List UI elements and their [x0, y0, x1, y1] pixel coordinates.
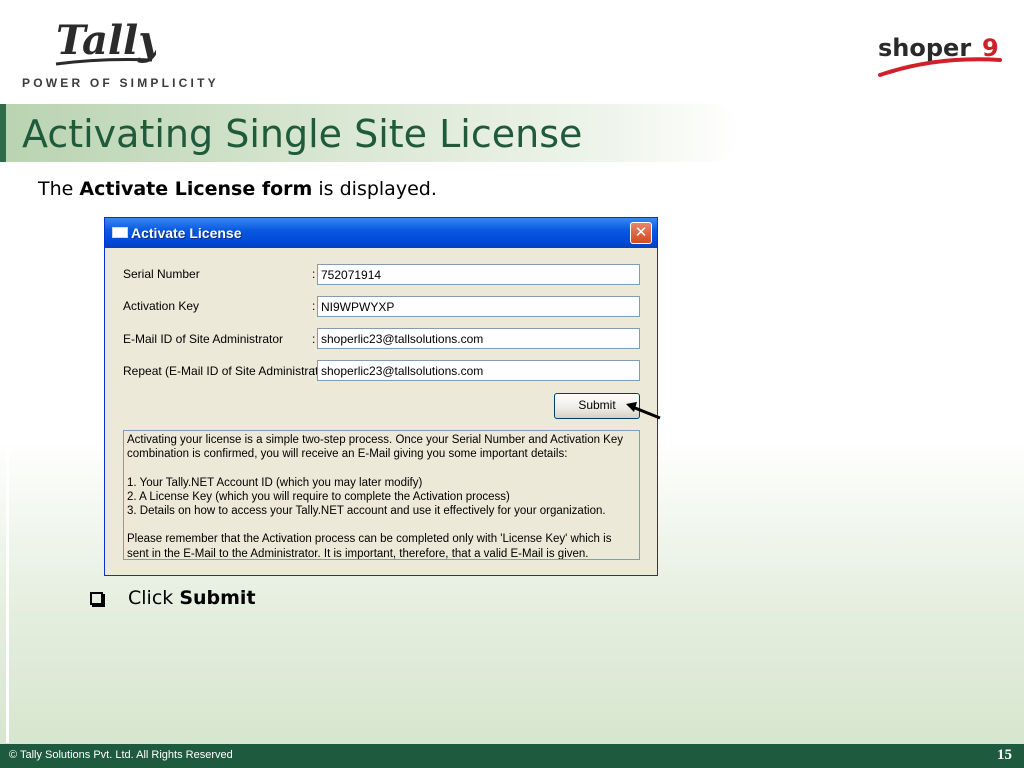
footer-copyright: © Tally Solutions Pvt. Ltd. All Rights R…	[9, 749, 233, 761]
admin-email-input[interactable]	[317, 328, 640, 349]
dialog-title: Activate License	[131, 225, 242, 241]
page-number: 15	[997, 747, 1012, 763]
shoper-logo-text: shoper	[878, 34, 971, 62]
intro-text: The Activate License form is displayed.	[38, 178, 437, 200]
title-accent-bar	[0, 104, 6, 162]
slide-title: Activating Single Site License	[22, 112, 583, 156]
colon: :	[312, 267, 316, 281]
admin-email-label: E-Mail ID of Site Administrator	[123, 332, 284, 346]
arrow-pointer-icon	[626, 402, 661, 420]
tally-logo: Tally	[55, 17, 156, 66]
footer-bar: © Tally Solutions Pvt. Ltd. All Rights R…	[0, 744, 1024, 768]
colon: :	[312, 364, 316, 378]
serial-number-input[interactable]	[317, 264, 640, 285]
intro-prefix: The	[38, 178, 80, 200]
shoper-logo: shoper 9	[878, 34, 1002, 77]
bullet-prefix: Click	[128, 587, 180, 609]
activation-key-input[interactable]	[317, 296, 640, 317]
activate-license-dialog: Activate License ✕ Serial Number : Activ…	[104, 217, 658, 576]
window-icon	[112, 227, 128, 238]
left-divider	[6, 168, 9, 743]
bullet-bold: Submit	[179, 587, 256, 609]
activation-key-label: Activation Key	[123, 299, 200, 313]
tally-tagline: POWER OF SIMPLICITY	[22, 76, 219, 90]
tally-logo-text: Tally	[56, 17, 156, 64]
checkbox-bullet-icon	[90, 592, 103, 605]
repeat-email-label: Repeat (E-Mail ID of Site Administrat	[123, 364, 319, 378]
dialog-titlebar[interactable]: Activate License ✕	[105, 218, 657, 248]
intro-bold: Activate License form	[79, 178, 313, 200]
repeat-email-input[interactable]	[317, 360, 640, 381]
serial-number-label: Serial Number	[123, 267, 200, 281]
info-text-box: Activating your license is a simple two-…	[123, 430, 640, 560]
bullet-instruction: Click Submit	[128, 587, 256, 609]
colon: :	[312, 332, 316, 346]
intro-suffix: is displayed.	[312, 178, 437, 200]
close-button[interactable]: ✕	[630, 222, 652, 244]
colon: :	[312, 299, 316, 313]
